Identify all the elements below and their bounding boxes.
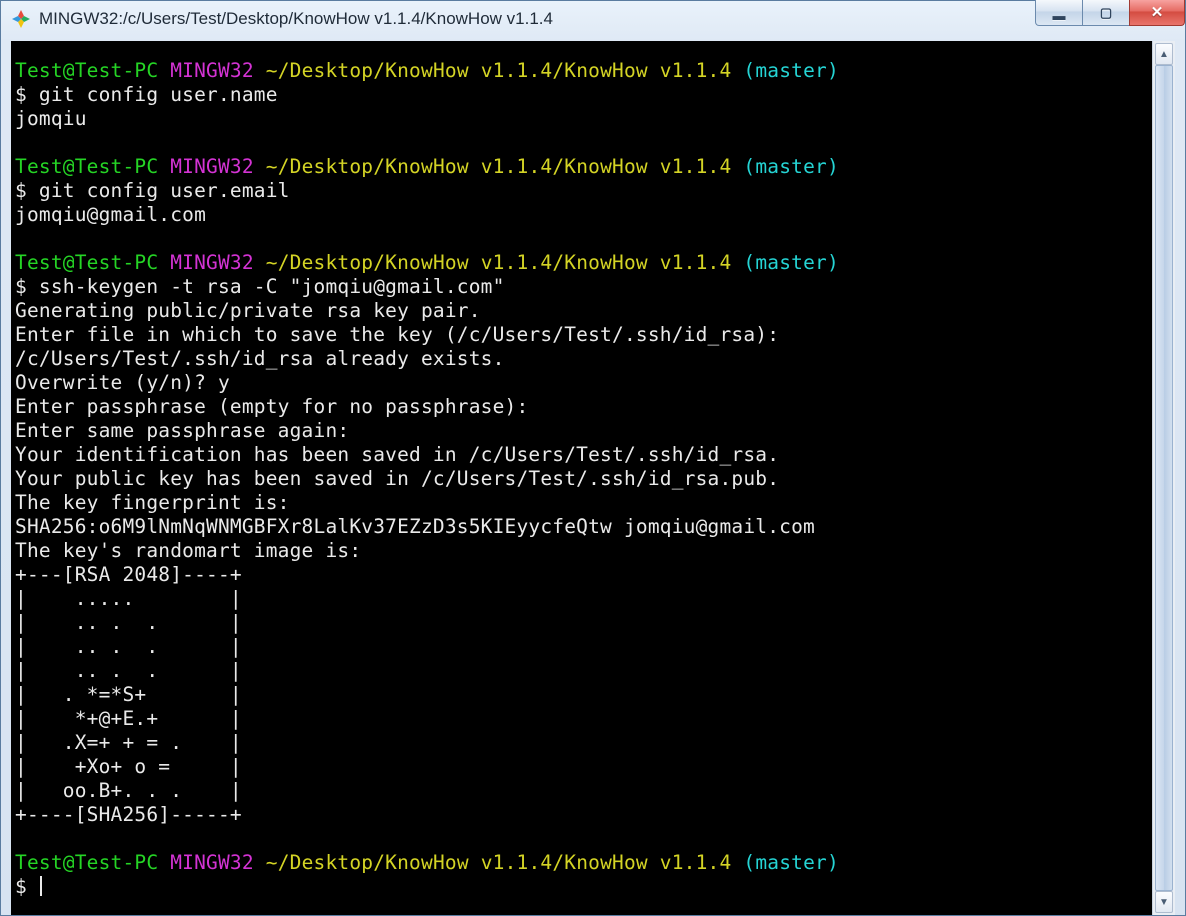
maximize-button[interactable]: ▢ bbox=[1082, 0, 1130, 26]
scroll-up-button[interactable]: ▲ bbox=[1155, 43, 1173, 65]
close-button[interactable]: ✕ bbox=[1129, 0, 1185, 26]
terminal-output[interactable]: Test@Test-PC MINGW32 ~/Desktop/KnowHow v… bbox=[11, 41, 1152, 915]
app-window: MINGW32:/c/Users/Test/Desktop/KnowHow v1… bbox=[0, 0, 1186, 916]
vertical-scrollbar[interactable]: ▲ ▼ bbox=[1152, 41, 1175, 915]
scroll-thumb[interactable] bbox=[1155, 65, 1173, 891]
minimize-button[interactable]: ▬ bbox=[1035, 0, 1083, 26]
titlebar[interactable]: MINGW32:/c/Users/Test/Desktop/KnowHow v1… bbox=[1, 1, 1185, 37]
window-controls: ▬ ▢ ✕ bbox=[1036, 0, 1185, 26]
app-icon bbox=[11, 9, 31, 29]
window-title: MINGW32:/c/Users/Test/Desktop/KnowHow v1… bbox=[39, 9, 553, 29]
maximize-icon: ▢ bbox=[1100, 6, 1112, 19]
close-icon: ✕ bbox=[1151, 5, 1164, 20]
scroll-down-button[interactable]: ▼ bbox=[1155, 891, 1173, 913]
client-area: Test@Test-PC MINGW32 ~/Desktop/KnowHow v… bbox=[11, 41, 1175, 915]
minimize-icon: ▬ bbox=[1053, 9, 1066, 22]
